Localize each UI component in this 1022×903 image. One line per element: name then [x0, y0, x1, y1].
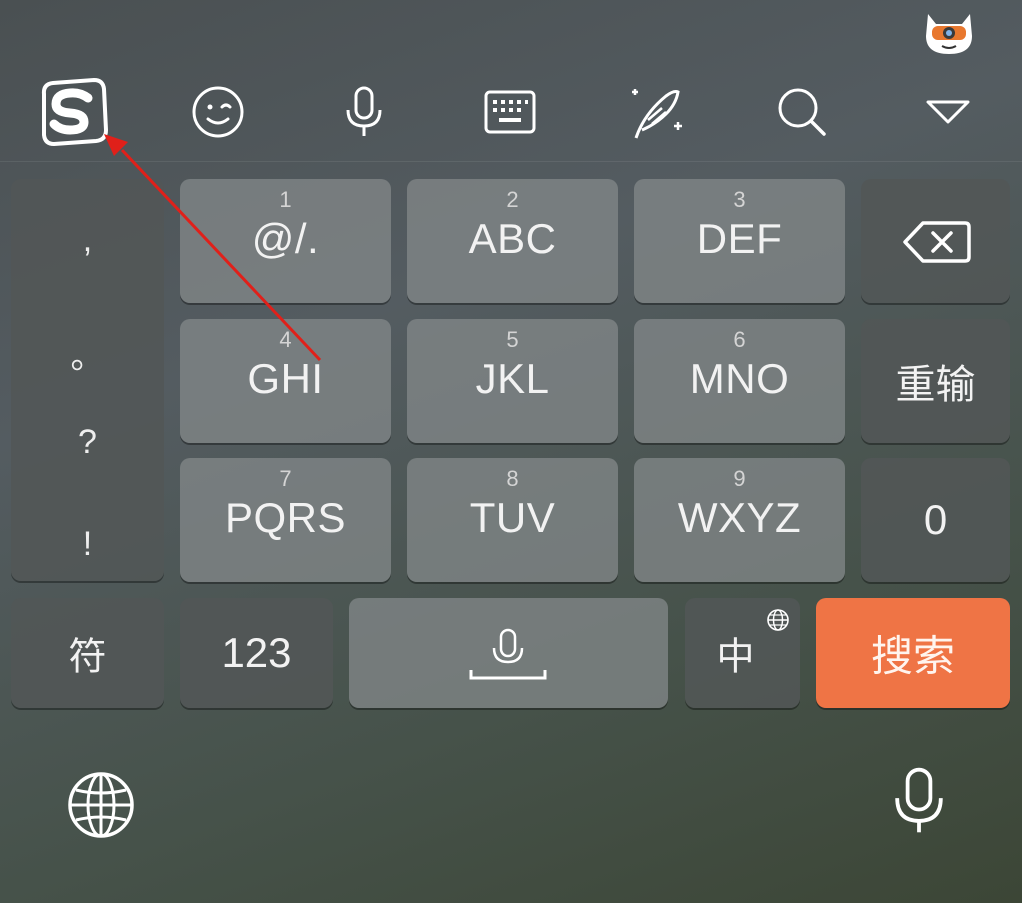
symbols-label: 符: [68, 634, 107, 679]
mascot-avatar-icon[interactable]: [922, 6, 976, 56]
punct-exclamation[interactable]: !: [11, 525, 164, 564]
toolbar-divider: [0, 161, 1022, 162]
chinese-mode-label: 中: [716, 634, 755, 679]
key-letters: ABC: [468, 215, 557, 262]
key-8[interactable]: 8 TUV: [407, 458, 618, 582]
key-number: 2: [506, 187, 519, 212]
key-0[interactable]: 0: [861, 458, 1010, 582]
key-1[interactable]: 1 @/.: [180, 179, 391, 303]
key-letters: MNO: [689, 355, 790, 402]
key-number: 7: [279, 466, 292, 491]
globe-icon[interactable]: [64, 768, 138, 842]
numbers-button[interactable]: 123: [180, 598, 333, 708]
key-3[interactable]: 3 DEF: [634, 179, 845, 303]
key-number: 6: [733, 327, 746, 352]
search-icon[interactable]: [764, 74, 840, 150]
key-number: 9: [733, 466, 746, 491]
key-letters: @/.: [251, 215, 320, 262]
key-2[interactable]: 2 ABC: [407, 179, 618, 303]
microphone-icon[interactable]: [326, 74, 402, 150]
symbols-button[interactable]: 符: [11, 598, 164, 708]
language-globe-icon: [767, 609, 789, 631]
dictation-microphone-icon[interactable]: [882, 764, 956, 838]
reinput-label: 重输: [895, 362, 976, 408]
space-voice-icon: [469, 628, 547, 680]
key-number: 5: [506, 327, 519, 352]
key-letters: GHI: [247, 355, 324, 402]
chinese-mode-button[interactable]: 中: [685, 598, 800, 708]
key-7[interactable]: 7 PQRS: [180, 458, 391, 582]
key-5[interactable]: 5 JKL: [407, 319, 618, 443]
numbers-label: 123: [221, 629, 292, 676]
key-letters: TUV: [469, 494, 556, 541]
key-9[interactable]: 9 WXYZ: [634, 458, 845, 582]
search-button[interactable]: 搜索: [816, 598, 1010, 708]
keyboard-screen: , 。 ? ! 1 @/. 2 ABC 3 DEF 4 GHI 5 JKL 6 …: [0, 0, 1022, 903]
collapse-triangle-icon[interactable]: [910, 74, 986, 150]
punct-period[interactable]: 。: [11, 329, 164, 378]
key-letters: WXYZ: [677, 494, 802, 541]
handwriting-icon[interactable]: [618, 74, 694, 150]
emoji-icon[interactable]: [180, 74, 256, 150]
key-number: 4: [279, 327, 292, 352]
reinput-button[interactable]: 重输: [861, 319, 1010, 443]
space-button[interactable]: [349, 598, 668, 708]
key-6[interactable]: 6 MNO: [634, 319, 845, 443]
toolbar: [0, 62, 1022, 162]
key-letters: DEF: [696, 215, 783, 262]
backspace-icon: [903, 221, 971, 263]
sogou-logo-icon[interactable]: [34, 74, 110, 150]
key-number: 3: [733, 187, 746, 212]
key-letters: PQRS: [224, 494, 347, 541]
punct-comma[interactable]: ,: [11, 221, 164, 260]
backspace-button[interactable]: [861, 179, 1010, 303]
key-number: 8: [506, 466, 519, 491]
punct-question[interactable]: ?: [11, 423, 164, 462]
search-label: 搜索: [870, 631, 955, 681]
punctuation-column[interactable]: , 。 ? !: [11, 179, 164, 581]
key-number: 1: [279, 187, 292, 212]
key-4[interactable]: 4 GHI: [180, 319, 391, 443]
key-letters: JKL: [475, 355, 550, 402]
keyboard-icon[interactable]: [472, 74, 548, 150]
zero-label: 0: [923, 496, 948, 543]
